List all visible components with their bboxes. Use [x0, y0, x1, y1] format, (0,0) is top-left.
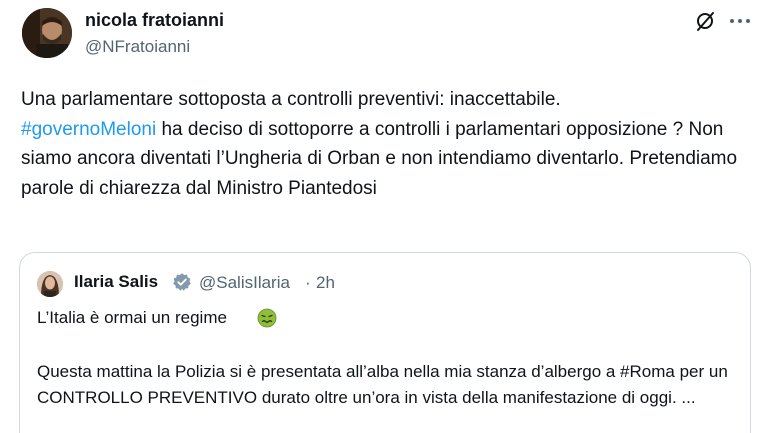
separator-dot: · — [305, 273, 311, 292]
verified-badge-icon — [172, 272, 192, 292]
quote-author-handle[interactable]: @SalisIlaria — [199, 273, 290, 293]
author-handle[interactable]: @NFratoianni — [85, 37, 190, 57]
tweet-text: Una parlamentare sottoposta a controlli … — [21, 85, 751, 203]
quote-first-line: L’Italia è ormai un regime — [37, 308, 227, 327]
author-name[interactable]: nicola fratoianni — [85, 10, 224, 31]
nauseated-face-emoji — [257, 308, 277, 328]
quoted-tweet[interactable]: Ilaria Salis @SalisIlaria · 2h L’Italia … — [19, 252, 751, 433]
quote-author-name[interactable]: Ilaria Salis — [74, 272, 158, 292]
grok-icon[interactable] — [693, 9, 717, 33]
quote-timestamp[interactable]: 2h — [316, 273, 335, 293]
tweet-text-start: Una parlamentare sottoposta a controlli … — [21, 89, 561, 110]
author-avatar[interactable] — [22, 8, 72, 58]
quote-avatar[interactable] — [37, 271, 63, 297]
tweet: nicola fratoianni @NFratoianni Una parla… — [0, 0, 770, 433]
more-icon[interactable] — [727, 9, 753, 33]
quote-body-text: Questa mattina la Polizia si è presentat… — [37, 362, 728, 407]
hashtag-link[interactable]: #governoMeloni — [21, 119, 156, 140]
